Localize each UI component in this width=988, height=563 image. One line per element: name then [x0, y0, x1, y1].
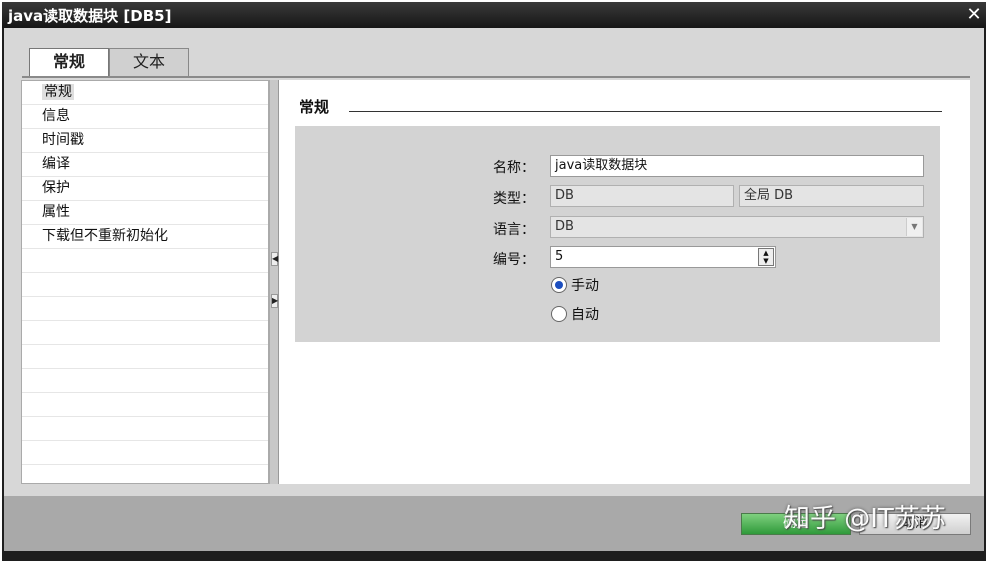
number-label: 编号：: [493, 252, 535, 268]
sidebar-empty-row: [22, 297, 268, 321]
number-stepper[interactable]: 5 ▲ ▼: [550, 246, 776, 268]
dialog-body: 常规 文本 常规 信息 时间戳 编译 保护 属性 下载但不重新初始化 ◀ ▶ 常…: [4, 28, 984, 551]
radio-selected-icon[interactable]: [551, 277, 567, 293]
sidebar-item-label: 时间戳: [42, 132, 84, 148]
sidebar: 常规 信息 时间戳 编译 保护 属性 下载但不重新初始化: [21, 80, 269, 484]
title-bar[interactable]: java读取数据块 [DB5] ✕: [2, 2, 986, 28]
sidebar-item-protection[interactable]: 保护: [22, 177, 268, 201]
number-value: 5: [555, 249, 564, 264]
radio-unselected-icon[interactable]: [551, 306, 567, 322]
type-field: DB: [550, 185, 734, 207]
sidebar-item-label: 编译: [42, 156, 70, 172]
sidebar-empty-row: [22, 345, 268, 369]
radio-manual[interactable]: 手动: [551, 277, 599, 295]
tab-text[interactable]: 文本: [109, 48, 189, 76]
section-title: 常规: [299, 98, 330, 116]
sidebar-item-info[interactable]: 信息: [22, 105, 268, 129]
tab-general[interactable]: 常规: [29, 48, 109, 77]
radio-auto[interactable]: 自动: [551, 306, 599, 324]
sidebar-empty-row: [22, 369, 268, 393]
sidebar-item-label: 保护: [42, 180, 70, 196]
sidebar-item-timestamp[interactable]: 时间戳: [22, 129, 268, 153]
properties-panel: 名称： java读取数据块 类型： DB 全局 DB 语言： DB ▼ 编号： …: [295, 126, 940, 342]
language-value: DB: [555, 219, 574, 234]
panel-splitter[interactable]: ◀ ▶: [269, 80, 279, 484]
close-icon[interactable]: ✕: [964, 5, 984, 25]
sidebar-item-download[interactable]: 下载但不重新初始化: [22, 225, 268, 249]
type-scope-field: 全局 DB: [739, 185, 924, 207]
sidebar-empty-row: [22, 417, 268, 441]
type-label: 类型：: [493, 191, 535, 207]
radio-manual-label: 手动: [571, 278, 599, 294]
sidebar-empty-row: [22, 249, 268, 273]
expand-right-icon[interactable]: ▶: [271, 294, 278, 308]
sidebar-item-label: 下载但不重新初始化: [42, 228, 168, 244]
sidebar-item-attributes[interactable]: 属性: [22, 201, 268, 225]
sidebar-empty-row: [22, 441, 268, 465]
sidebar-item-label: 信息: [42, 108, 70, 124]
sidebar-empty-row: [22, 273, 268, 297]
tab-divider: [22, 76, 970, 78]
sidebar-item-label: 常规: [42, 84, 74, 100]
dialog-window: java读取数据块 [DB5] ✕ 常规 文本 常规 信息 时间戳 编译 保护 …: [2, 2, 986, 561]
collapse-left-icon[interactable]: ◀: [271, 252, 278, 266]
section-divider: [349, 111, 942, 112]
name-label: 名称：: [493, 160, 535, 176]
language-select[interactable]: DB ▼: [550, 216, 924, 238]
spinner-icon[interactable]: ▲ ▼: [758, 248, 774, 266]
radio-auto-label: 自动: [571, 307, 599, 323]
name-input[interactable]: java读取数据块: [550, 155, 924, 177]
window-title: java读取数据块 [DB5]: [8, 7, 172, 25]
sidebar-item-compile[interactable]: 编译: [22, 153, 268, 177]
watermark-text: 知乎 @IT苏苏: [784, 504, 946, 534]
sidebar-item-label: 属性: [42, 204, 70, 220]
footer-bar: 确定 取消 知乎 @IT苏苏: [4, 496, 984, 551]
sidebar-empty-row: [22, 393, 268, 417]
content-pane: 常规 名称： java读取数据块 类型： DB 全局 DB 语言： DB ▼ 编…: [279, 80, 970, 484]
chevron-down-icon[interactable]: ▼: [906, 218, 922, 236]
language-label: 语言：: [493, 222, 535, 238]
sidebar-empty-row: [22, 321, 268, 345]
sidebar-item-general[interactable]: 常规: [22, 81, 268, 105]
